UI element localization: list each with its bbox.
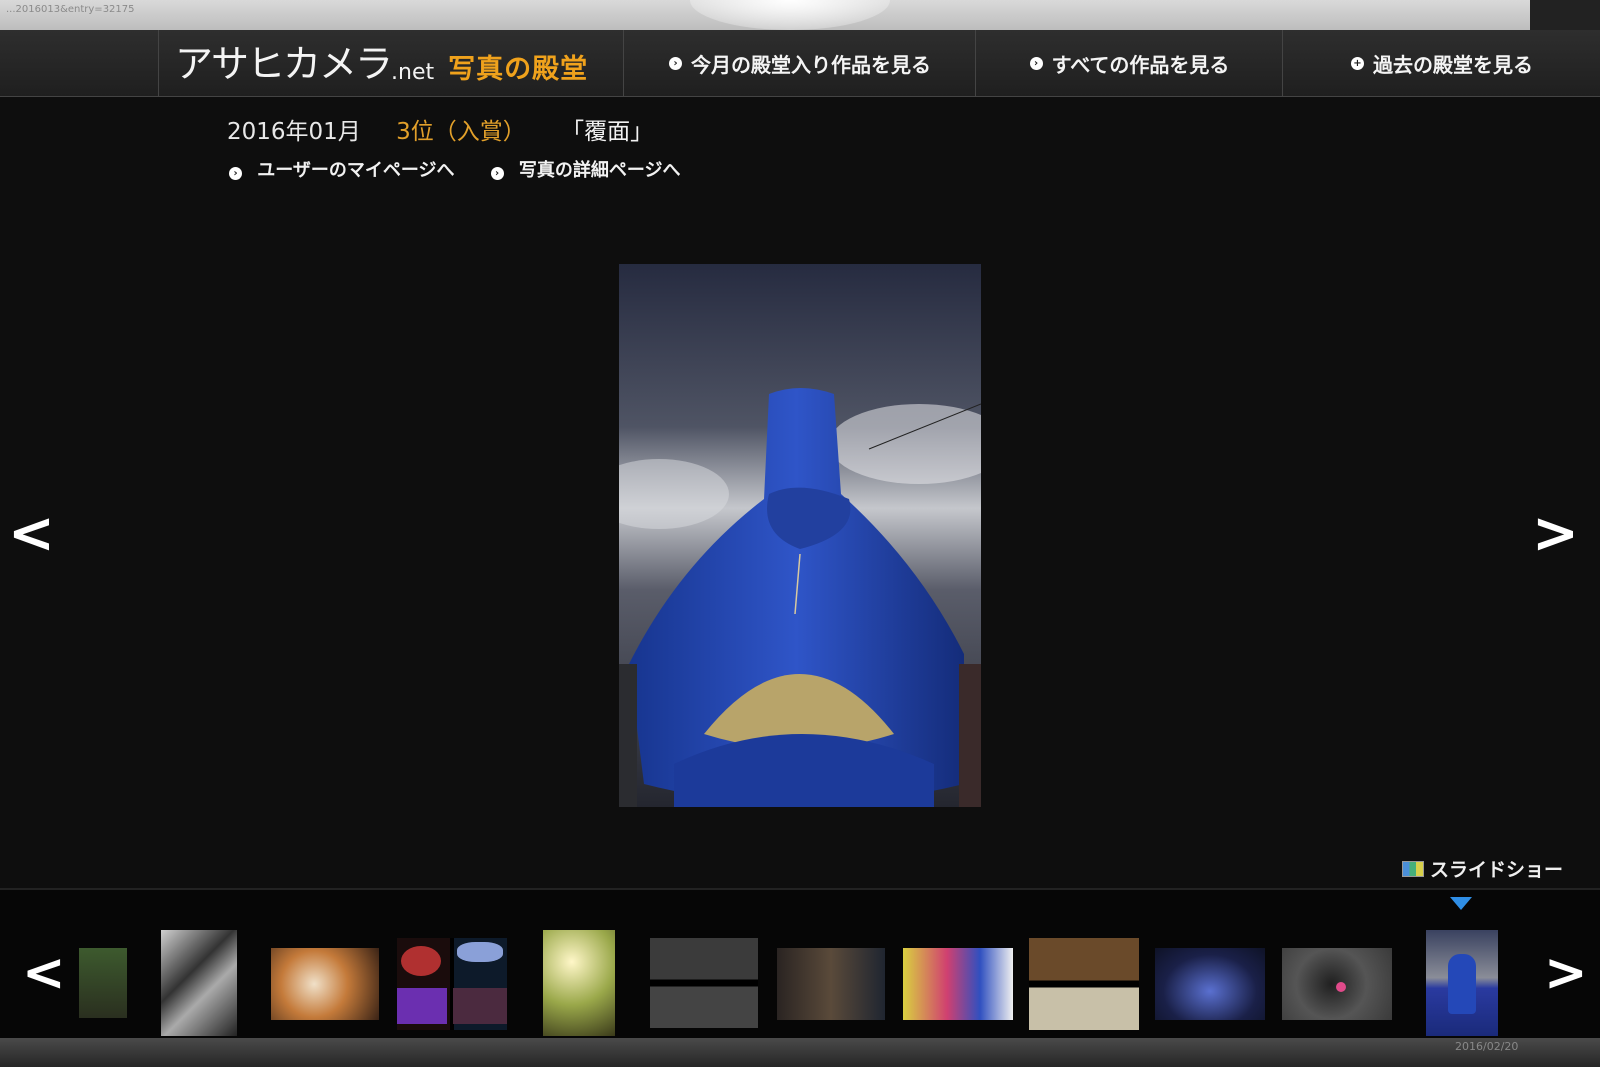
entry-title: 「覆面」 [561,119,654,145]
thumbnail-12-selected[interactable] [1426,930,1498,1036]
thumbnail-9[interactable] [1029,938,1139,1030]
nav-all-works-label: すべての作品を見る [1051,52,1230,77]
entry-rank: 3位（入賞） [396,119,526,145]
screen-glare [690,0,890,30]
url-fragment: ...2016013&entry=32175 [6,4,135,15]
nav-this-month-label: 今月の殿堂入り作品を見る [691,52,931,77]
nav-this-month[interactable]: › 今月の殿堂入り作品を見る [623,30,976,96]
thumbnail-8[interactable] [903,948,1013,1020]
photo-timestamp: 2016/02/20 [1455,1040,1519,1053]
thumbnail-4-panel [457,942,503,962]
main-photo[interactable] [619,264,981,807]
slideshow-icon [1402,860,1424,877]
thumbnail-6[interactable] [650,938,758,1028]
monitor-frame [1530,0,1600,30]
thumbnail-4[interactable] [397,938,507,1030]
thumbnail-12-subject [1448,954,1476,1014]
thumbnail-11-accent [1336,982,1346,992]
thumbnail-2[interactable] [161,930,237,1036]
thumbnail-4-panel [453,988,507,1024]
thumbnail-4-panel [397,988,447,1024]
prev-photo-button[interactable]: < [8,506,55,562]
link-user-mypage[interactable]: › ユーザーのマイページへ [229,156,455,182]
nav-past-halls-label: 過去の殿堂を見る [1373,52,1533,77]
thumbnail-5[interactable] [543,930,615,1036]
entry-links: › ユーザーのマイページへ › 写真の詳細ページへ [229,156,716,182]
link-photo-detail[interactable]: › 写真の詳細ページへ [490,156,681,182]
filmstrip-next-button[interactable]: > [1544,947,1588,999]
thumbnail-strip: < > [0,888,1600,1040]
selected-thumbnail-marker-icon [1450,897,1472,910]
site-logo[interactable]: アサヒカメラ .net 写真の殿堂 [175,38,588,88]
entry-date: 2016年01月 [227,119,361,145]
filmstrip-prev-button[interactable]: < [22,947,66,999]
arrow-bullet-icon: › [1029,56,1043,70]
slideshow-label: スライドショー [1430,859,1564,881]
logo-subtitle: 写真の殿堂 [448,54,589,85]
arrow-bullet-icon: › [669,56,682,70]
browser-top-strip: ...2016013&entry=32175 [0,0,1600,30]
logo-net: .net [391,60,435,85]
link-photo-detail-label: 写真の詳細ページへ [518,160,681,181]
entry-info: 2016年01月 3位（入賞） 「覆面」 [227,112,681,146]
site-header: アサヒカメラ .net 写真の殿堂 › 今月の殿堂入り作品を見る › すべての作… [0,30,1600,97]
arrow-bullet-icon: › [490,167,504,180]
monitor-bottom-frame: 2016/02/20 [0,1038,1600,1067]
thumbnail-4-panel [401,946,441,976]
thumbnail-11[interactable] [1282,948,1392,1020]
logo-main: アサヒカメラ [175,42,393,86]
link-user-mypage-label: ユーザーのマイページへ [257,160,455,181]
slideshow-button[interactable]: スライドショー [1402,855,1563,882]
thumbnail-7[interactable] [777,948,885,1020]
header-spacer [0,30,159,96]
next-photo-button[interactable]: > [1532,506,1579,562]
thumbnail-3[interactable] [271,948,379,1020]
thumbnail-1[interactable] [79,948,127,1018]
nav-past-halls[interactable]: + 過去の殿堂を見る [1282,30,1600,96]
plus-bullet-icon: + [1351,56,1364,70]
covered-boat-photo [619,264,981,807]
thumbnail-10[interactable] [1155,948,1265,1020]
arrow-bullet-icon: › [229,167,242,180]
nav-all-works[interactable]: › すべての作品を見る [975,30,1283,96]
